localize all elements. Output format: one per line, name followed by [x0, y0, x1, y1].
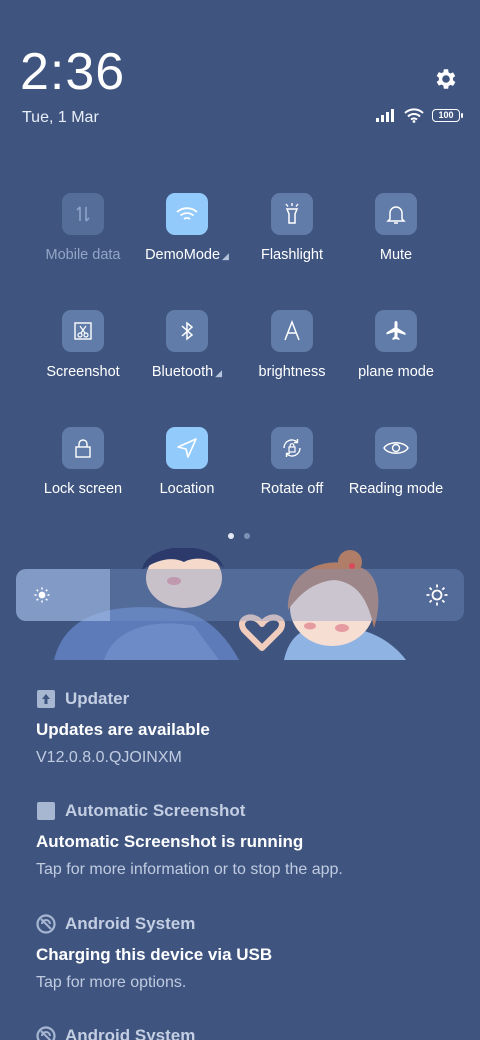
bell-icon	[375, 193, 417, 235]
tile-label: Mute	[379, 247, 413, 263]
sun-small-icon	[34, 587, 50, 603]
tile-label: Bluetooth	[151, 364, 214, 380]
date: Tue, 1 Mar	[22, 109, 99, 126]
notification-text: Tap for more information or to stop the …	[36, 861, 343, 878]
notification-text: V12.0.8.0.QJOINXM	[36, 749, 182, 766]
notification-title: Charging this device via USB	[36, 945, 273, 964]
app-square-icon	[36, 801, 56, 821]
sun-large-icon	[426, 584, 448, 606]
tile-plane-mode[interactable]: plane mode	[344, 310, 448, 380]
tile-rotate-off[interactable]: Rotate off	[240, 427, 344, 497]
page-dot-active	[228, 533, 234, 539]
flashlight-icon	[271, 193, 313, 235]
signal-icon	[376, 109, 394, 122]
tile-demomode[interactable]: DemoMode ◢	[135, 193, 239, 263]
app-name: Android System	[65, 914, 196, 933]
android-system-icon	[36, 914, 56, 934]
page-indicator	[228, 533, 250, 539]
auto-brightness-icon	[271, 310, 313, 352]
notification-title: Automatic Screenshot is running	[36, 832, 304, 851]
gear-icon[interactable]	[433, 66, 459, 92]
notification-updater[interactable]: Updater Updates are available V12.0.8.0.…	[36, 689, 456, 767]
android-system-icon	[36, 1026, 56, 1040]
tile-screenshot[interactable]: Screenshot	[31, 310, 135, 380]
app-name: Updater	[65, 689, 130, 708]
updater-icon	[36, 689, 56, 709]
lock-icon	[62, 427, 104, 469]
mobile-data-icon	[62, 193, 104, 235]
tile-label: Screenshot	[46, 364, 120, 380]
app-name: Automatic Screenshot	[65, 801, 246, 820]
notification-text: Tap for more options.	[36, 974, 187, 991]
rotate-lock-icon	[271, 427, 313, 469]
tile-label: Reading mode	[348, 481, 444, 497]
tile-label: brightness	[258, 364, 326, 380]
notification-title: Updates are available	[36, 720, 210, 739]
tile-label: plane mode	[358, 364, 434, 380]
location-icon	[166, 427, 208, 469]
notification-shade: 2:36 Tue, 1 Mar 100 Mobile data DemoMode…	[0, 0, 480, 1040]
wifi-icon	[166, 193, 208, 235]
screenshot-icon	[62, 310, 104, 352]
wifi-status-icon	[404, 108, 424, 123]
brightness-fill	[16, 569, 111, 621]
expand-triangle-icon: ◢	[215, 368, 223, 378]
tile-label: Flashlight	[260, 247, 324, 263]
tile-lock-screen[interactable]: Lock screen	[31, 427, 135, 497]
bluetooth-icon	[166, 310, 208, 352]
tile-brightness[interactable]: brightness	[240, 310, 344, 380]
app-name: Android System	[65, 1026, 196, 1040]
tile-flashlight[interactable]: Flashlight	[240, 193, 344, 263]
tile-location[interactable]: Location	[135, 427, 239, 497]
clock: 2:36	[20, 43, 126, 101]
tile-mute[interactable]: Mute	[344, 193, 448, 263]
tile-label: Lock screen	[43, 481, 123, 497]
expand-triangle-icon: ◢	[222, 251, 229, 261]
tile-reading-mode[interactable]: Reading mode	[344, 427, 448, 497]
eye-icon	[375, 427, 417, 469]
notification-android-system[interactable]: Android System	[36, 1026, 456, 1040]
tile-label: DemoMode	[145, 247, 221, 263]
battery-icon: 100	[432, 109, 463, 122]
tile-bluetooth[interactable]: Bluetooth ◢	[135, 310, 239, 380]
page-dot[interactable]	[244, 533, 250, 539]
tile-mobile-data[interactable]: Mobile data	[31, 193, 135, 263]
notification-android-usb[interactable]: Android System Charging this device via …	[36, 914, 456, 992]
brightness-slider[interactable]	[16, 569, 464, 621]
tile-label: Mobile data	[45, 247, 121, 263]
airplane-icon	[375, 310, 417, 352]
tile-label: Rotate off	[260, 481, 324, 497]
notification-auto-screenshot[interactable]: Automatic Screenshot Automatic Screensho…	[36, 801, 456, 879]
status-bar: 100	[376, 108, 463, 123]
tile-label: Location	[159, 481, 215, 497]
